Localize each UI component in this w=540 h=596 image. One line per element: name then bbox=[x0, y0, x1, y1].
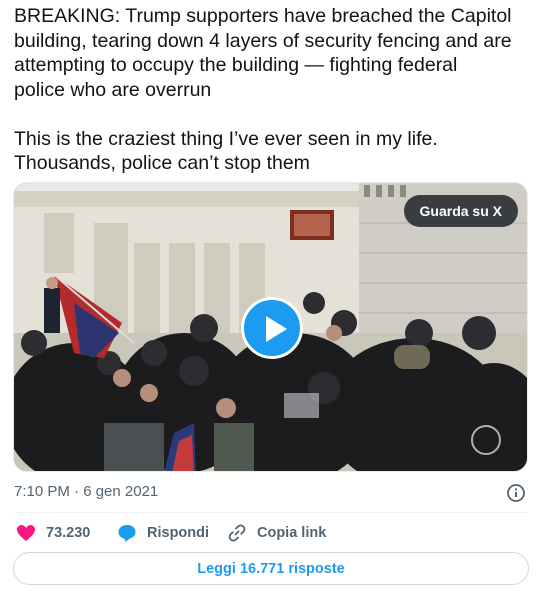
info-icon[interactable] bbox=[506, 483, 526, 503]
like-count: 73.230 bbox=[46, 525, 91, 541]
tweet-video[interactable]: Guarda su X bbox=[13, 182, 528, 472]
reply-bubble-icon bbox=[118, 525, 136, 542]
heart-icon bbox=[17, 525, 35, 541]
copy-link-label: Copia link bbox=[257, 525, 327, 541]
reply-button[interactable]: Rispondi bbox=[117, 522, 209, 544]
link-icon bbox=[228, 524, 246, 542]
copy-link-button[interactable]: Copia link bbox=[227, 522, 326, 544]
tweet-timestamp[interactable]: 7:10 PM · 6 gen 2021 bbox=[14, 483, 158, 500]
reply-label: Rispondi bbox=[147, 525, 210, 541]
divider bbox=[14, 512, 528, 513]
like-button[interactable]: 73.230 bbox=[16, 522, 90, 544]
tweet-text: BREAKING: Trump supporters have breached… bbox=[14, 5, 512, 174]
read-replies-button[interactable]: Leggi 16.771 risposte bbox=[13, 552, 529, 585]
play-button[interactable] bbox=[241, 297, 303, 359]
play-icon bbox=[266, 316, 287, 342]
watermark-icon bbox=[471, 425, 501, 455]
watch-on-x-button[interactable]: Guarda su X bbox=[403, 195, 518, 227]
